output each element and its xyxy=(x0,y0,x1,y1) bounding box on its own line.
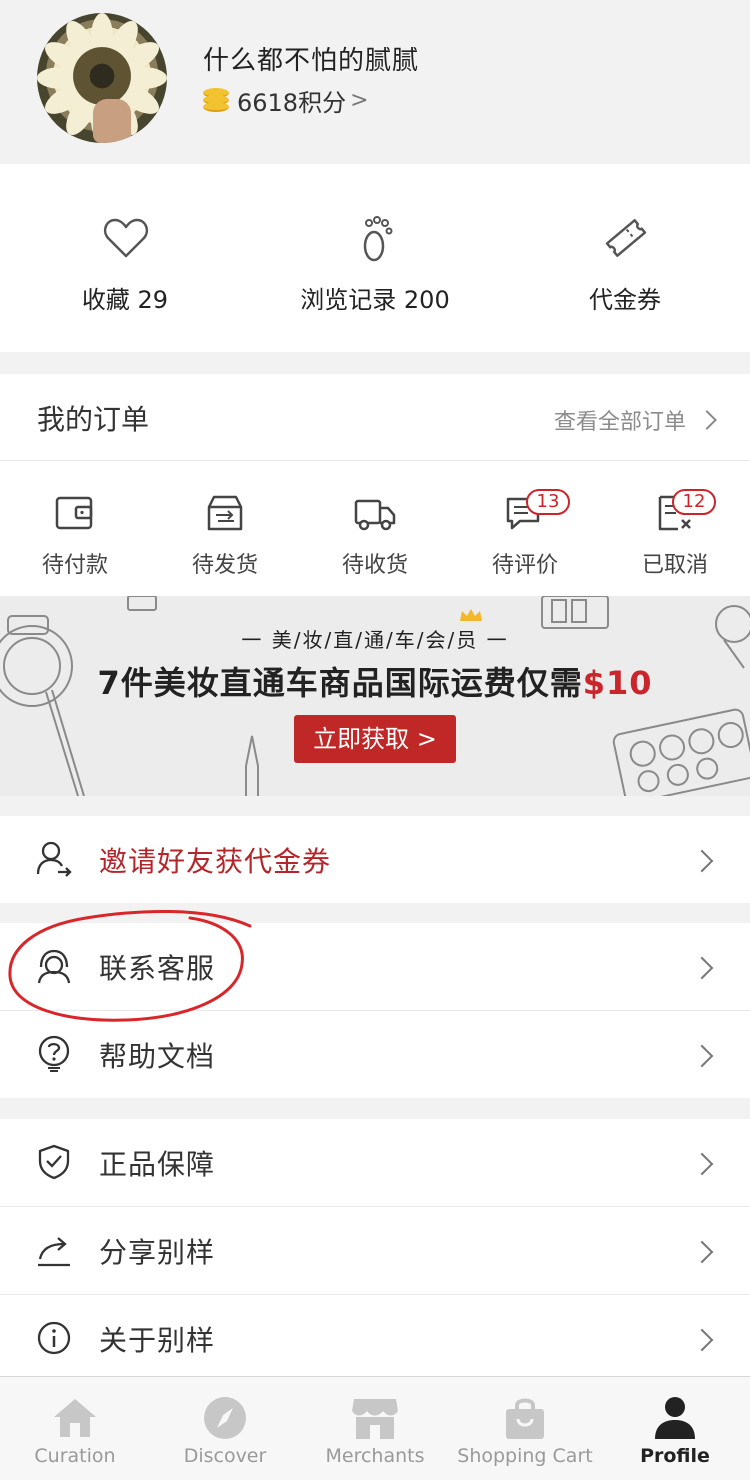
truck-icon xyxy=(354,499,396,531)
banner-title: 7件美妆直通车商品国际运费仅需$10 xyxy=(0,658,750,704)
order-cancelled-label: 已取消 xyxy=(641,553,708,578)
points-link[interactable]: 6618积分 > xyxy=(203,84,369,117)
shield-icon xyxy=(38,1144,70,1180)
chevron-right-icon xyxy=(690,1044,714,1068)
tab-merchants[interactable]: Merchants xyxy=(300,1377,450,1480)
menu-item-invite-label: 邀请好友获代金券 xyxy=(99,845,332,878)
chevron-right-icon xyxy=(690,849,714,873)
menu-group-about: 正品保障 分享别样 关于别样 xyxy=(0,1119,750,1376)
review-count-badge: 13 xyxy=(526,489,570,515)
cancelled-count-badge: 12 xyxy=(672,489,716,515)
info-icon xyxy=(37,1321,71,1355)
wallet-icon xyxy=(55,496,93,530)
tab-curation[interactable]: Curation xyxy=(0,1377,150,1480)
username: 什么都不怕的腻腻 xyxy=(203,46,420,76)
coins-icon xyxy=(203,86,229,114)
coupons-stat[interactable]: 代金券 xyxy=(500,164,750,352)
order-pending-review[interactable]: 13 待评价 xyxy=(450,461,600,596)
orders-header: 我的订单 查看全部订单 xyxy=(0,374,750,461)
banner-title-price: $10 xyxy=(582,664,653,702)
menu-item-invite[interactable]: 邀请好友获代金券 xyxy=(0,816,750,903)
menu-item-help-label: 帮助文档 xyxy=(99,1040,216,1073)
chevron-right-icon xyxy=(697,410,717,430)
menu-item-share-label: 分享别样 xyxy=(99,1236,216,1269)
stats-card: 收藏 29 浏览记录 200 代金券 xyxy=(0,164,750,352)
tab-profile[interactable]: Profile xyxy=(600,1377,750,1480)
orders-title: 我的订单 xyxy=(37,403,150,436)
tab-bar: Curation Discover Merchants Shopping Car… xyxy=(0,1376,750,1480)
invite-user-icon xyxy=(36,841,72,877)
tab-profile-label: Profile xyxy=(640,1445,710,1467)
history-stat[interactable]: 浏览记录 200 xyxy=(250,164,500,352)
menu-item-authentic[interactable]: 正品保障 xyxy=(0,1119,750,1206)
order-pending-shipment[interactable]: 待发货 xyxy=(150,461,300,596)
order-cancelled[interactable]: 12 已取消 xyxy=(600,461,750,596)
tab-discover[interactable]: Discover xyxy=(150,1377,300,1480)
coupon-ticket-icon xyxy=(605,219,647,257)
menu-item-about-label: 关于别样 xyxy=(99,1324,216,1357)
chevron-right-icon xyxy=(690,956,714,980)
crown-icon xyxy=(460,609,482,621)
banner-title-main: 7件美妆直通车商品国际运费仅需 xyxy=(97,664,583,702)
order-pending-review-label: 待评价 xyxy=(491,553,558,578)
profile-header: 什么都不怕的腻腻 6618积分 > xyxy=(0,0,750,164)
home-icon xyxy=(54,1399,96,1437)
order-pending-payment[interactable]: 待付款 xyxy=(0,461,150,596)
get-now-button[interactable]: 立即获取 > xyxy=(294,715,456,763)
footprints-icon xyxy=(363,216,393,262)
chevron-right-icon xyxy=(690,1152,714,1176)
favorites-label: 收藏 29 xyxy=(81,286,169,314)
menu-group-invite: 邀请好友获代金券 xyxy=(0,816,750,903)
chevron-right-icon xyxy=(690,1240,714,1264)
heart-icon xyxy=(103,218,149,258)
menu-item-about[interactable]: 关于别样 xyxy=(0,1295,750,1382)
menu-item-authentic-label: 正品保障 xyxy=(99,1148,216,1181)
shopping-bag-icon xyxy=(506,1398,544,1439)
history-label: 浏览记录 200 xyxy=(300,286,450,314)
promo-banner[interactable]: 一 美/妆/直/通/车/会/员 一 7件美妆直通车商品国际运费仅需$10 立即获… xyxy=(0,596,750,796)
tab-curation-label: Curation xyxy=(34,1445,116,1467)
tab-shopping-cart[interactable]: Shopping Cart xyxy=(450,1377,600,1480)
chevron-right-icon xyxy=(690,1328,714,1352)
points-value: 6618积分 xyxy=(237,88,347,117)
favorites-stat[interactable]: 收藏 29 xyxy=(0,164,250,352)
order-pending-receipt[interactable]: 待收货 xyxy=(300,461,450,596)
coupons-label: 代金券 xyxy=(589,286,661,314)
tab-discover-label: Discover xyxy=(183,1445,267,1467)
banner-subtitle: 一 美/妆/直/通/车/会/员 一 xyxy=(241,628,509,652)
box-icon xyxy=(207,495,243,531)
menu-item-share[interactable]: 分享别样 xyxy=(0,1207,750,1294)
order-pending-shipment-label: 待发货 xyxy=(191,553,258,578)
order-pending-payment-label: 待付款 xyxy=(41,553,108,578)
chevron-right-icon: > xyxy=(350,87,369,113)
view-all-orders-link[interactable]: 查看全部订单 xyxy=(553,404,717,436)
tab-merchants-label: Merchants xyxy=(325,1445,425,1467)
share-icon xyxy=(38,1237,70,1267)
order-status-row: 待付款 待发货 待收货 13 待评价 12 已取消 xyxy=(0,461,750,596)
user-icon xyxy=(655,1397,695,1439)
avatar[interactable] xyxy=(37,13,167,143)
help-icon xyxy=(38,1035,70,1072)
annotation-circle xyxy=(8,909,252,1022)
order-pending-receipt-label: 待收货 xyxy=(341,553,408,578)
tab-shopping-cart-label: Shopping Cart xyxy=(457,1445,593,1467)
store-icon xyxy=(352,1399,398,1439)
view-all-orders-label: 查看全部订单 xyxy=(553,410,686,435)
compass-icon xyxy=(204,1397,246,1439)
